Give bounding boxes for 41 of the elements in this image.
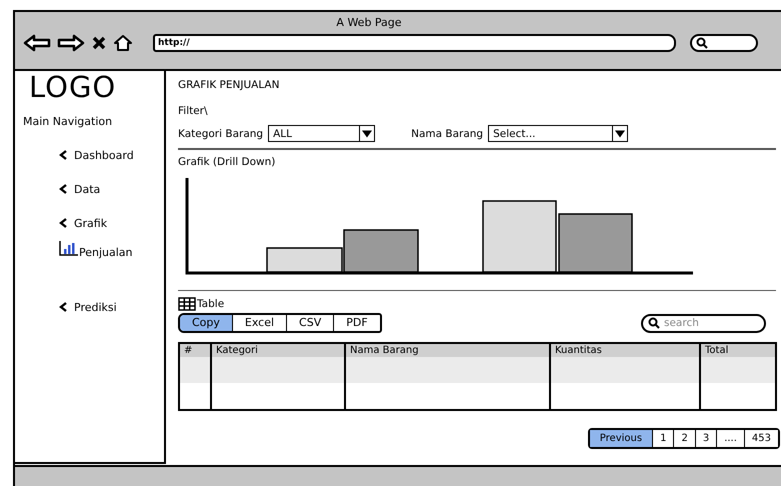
dropdown[interactable]: Select...: [488, 125, 628, 142]
export-button[interactable]: Copy: [180, 315, 233, 331]
navigation-heading: Main Navigation: [23, 115, 114, 128]
back-icon[interactable]: [23, 34, 51, 52]
chevron-left-icon[interactable]: [59, 302, 68, 312]
column-header: Kuantitas: [550, 343, 700, 357]
search-icon[interactable]: [696, 37, 708, 49]
column-header: #: [179, 343, 211, 357]
grid-icon: [178, 297, 196, 311]
search-icon[interactable]: [648, 317, 660, 329]
sidebar-item[interactable]: Data: [59, 172, 164, 206]
column-header: Kategori: [211, 343, 345, 357]
page-button[interactable]: 453: [744, 430, 778, 447]
chevron-left-icon[interactable]: [59, 150, 68, 160]
home-icon[interactable]: [113, 34, 133, 52]
forward-icon[interactable]: [57, 34, 85, 52]
field-label: Kategori Barang: [178, 128, 264, 140]
chevron-left-icon[interactable]: [59, 184, 68, 194]
sidebar-item[interactable]: Penjualan: [59, 240, 164, 274]
close-icon[interactable]: [91, 35, 107, 51]
chevron-left-icon[interactable]: [59, 218, 68, 228]
page-button[interactable]: Previous: [590, 430, 652, 447]
page-title: GRAFIK PENJUALAN: [178, 79, 280, 91]
search-field[interactable]: [690, 34, 758, 52]
search-field[interactable]: search: [641, 314, 766, 332]
column-header: Total: [700, 343, 776, 357]
window-title: A Web Page: [336, 16, 402, 29]
sidebar-item[interactable]: Dashboard: [59, 138, 164, 172]
table-title: Table: [197, 298, 224, 310]
sidebar-item[interactable]: Prediksi: [59, 290, 164, 324]
column-header: Nama Barang: [345, 343, 550, 357]
filter-label: Filter\: [178, 105, 209, 117]
caret-down-icon[interactable]: [359, 126, 374, 141]
caret-down-icon[interactable]: [612, 126, 628, 141]
logo: LOGO: [29, 71, 118, 103]
sidebar-item[interactable]: Grafik: [59, 206, 164, 240]
url-field[interactable]: http://: [153, 34, 676, 52]
field-label: Nama Barang: [411, 128, 484, 140]
chart-title: Grafik (Drill Down): [178, 156, 276, 168]
dropdown[interactable]: ALL: [268, 125, 376, 142]
bar-chart-icon[interactable]: [59, 240, 79, 256]
